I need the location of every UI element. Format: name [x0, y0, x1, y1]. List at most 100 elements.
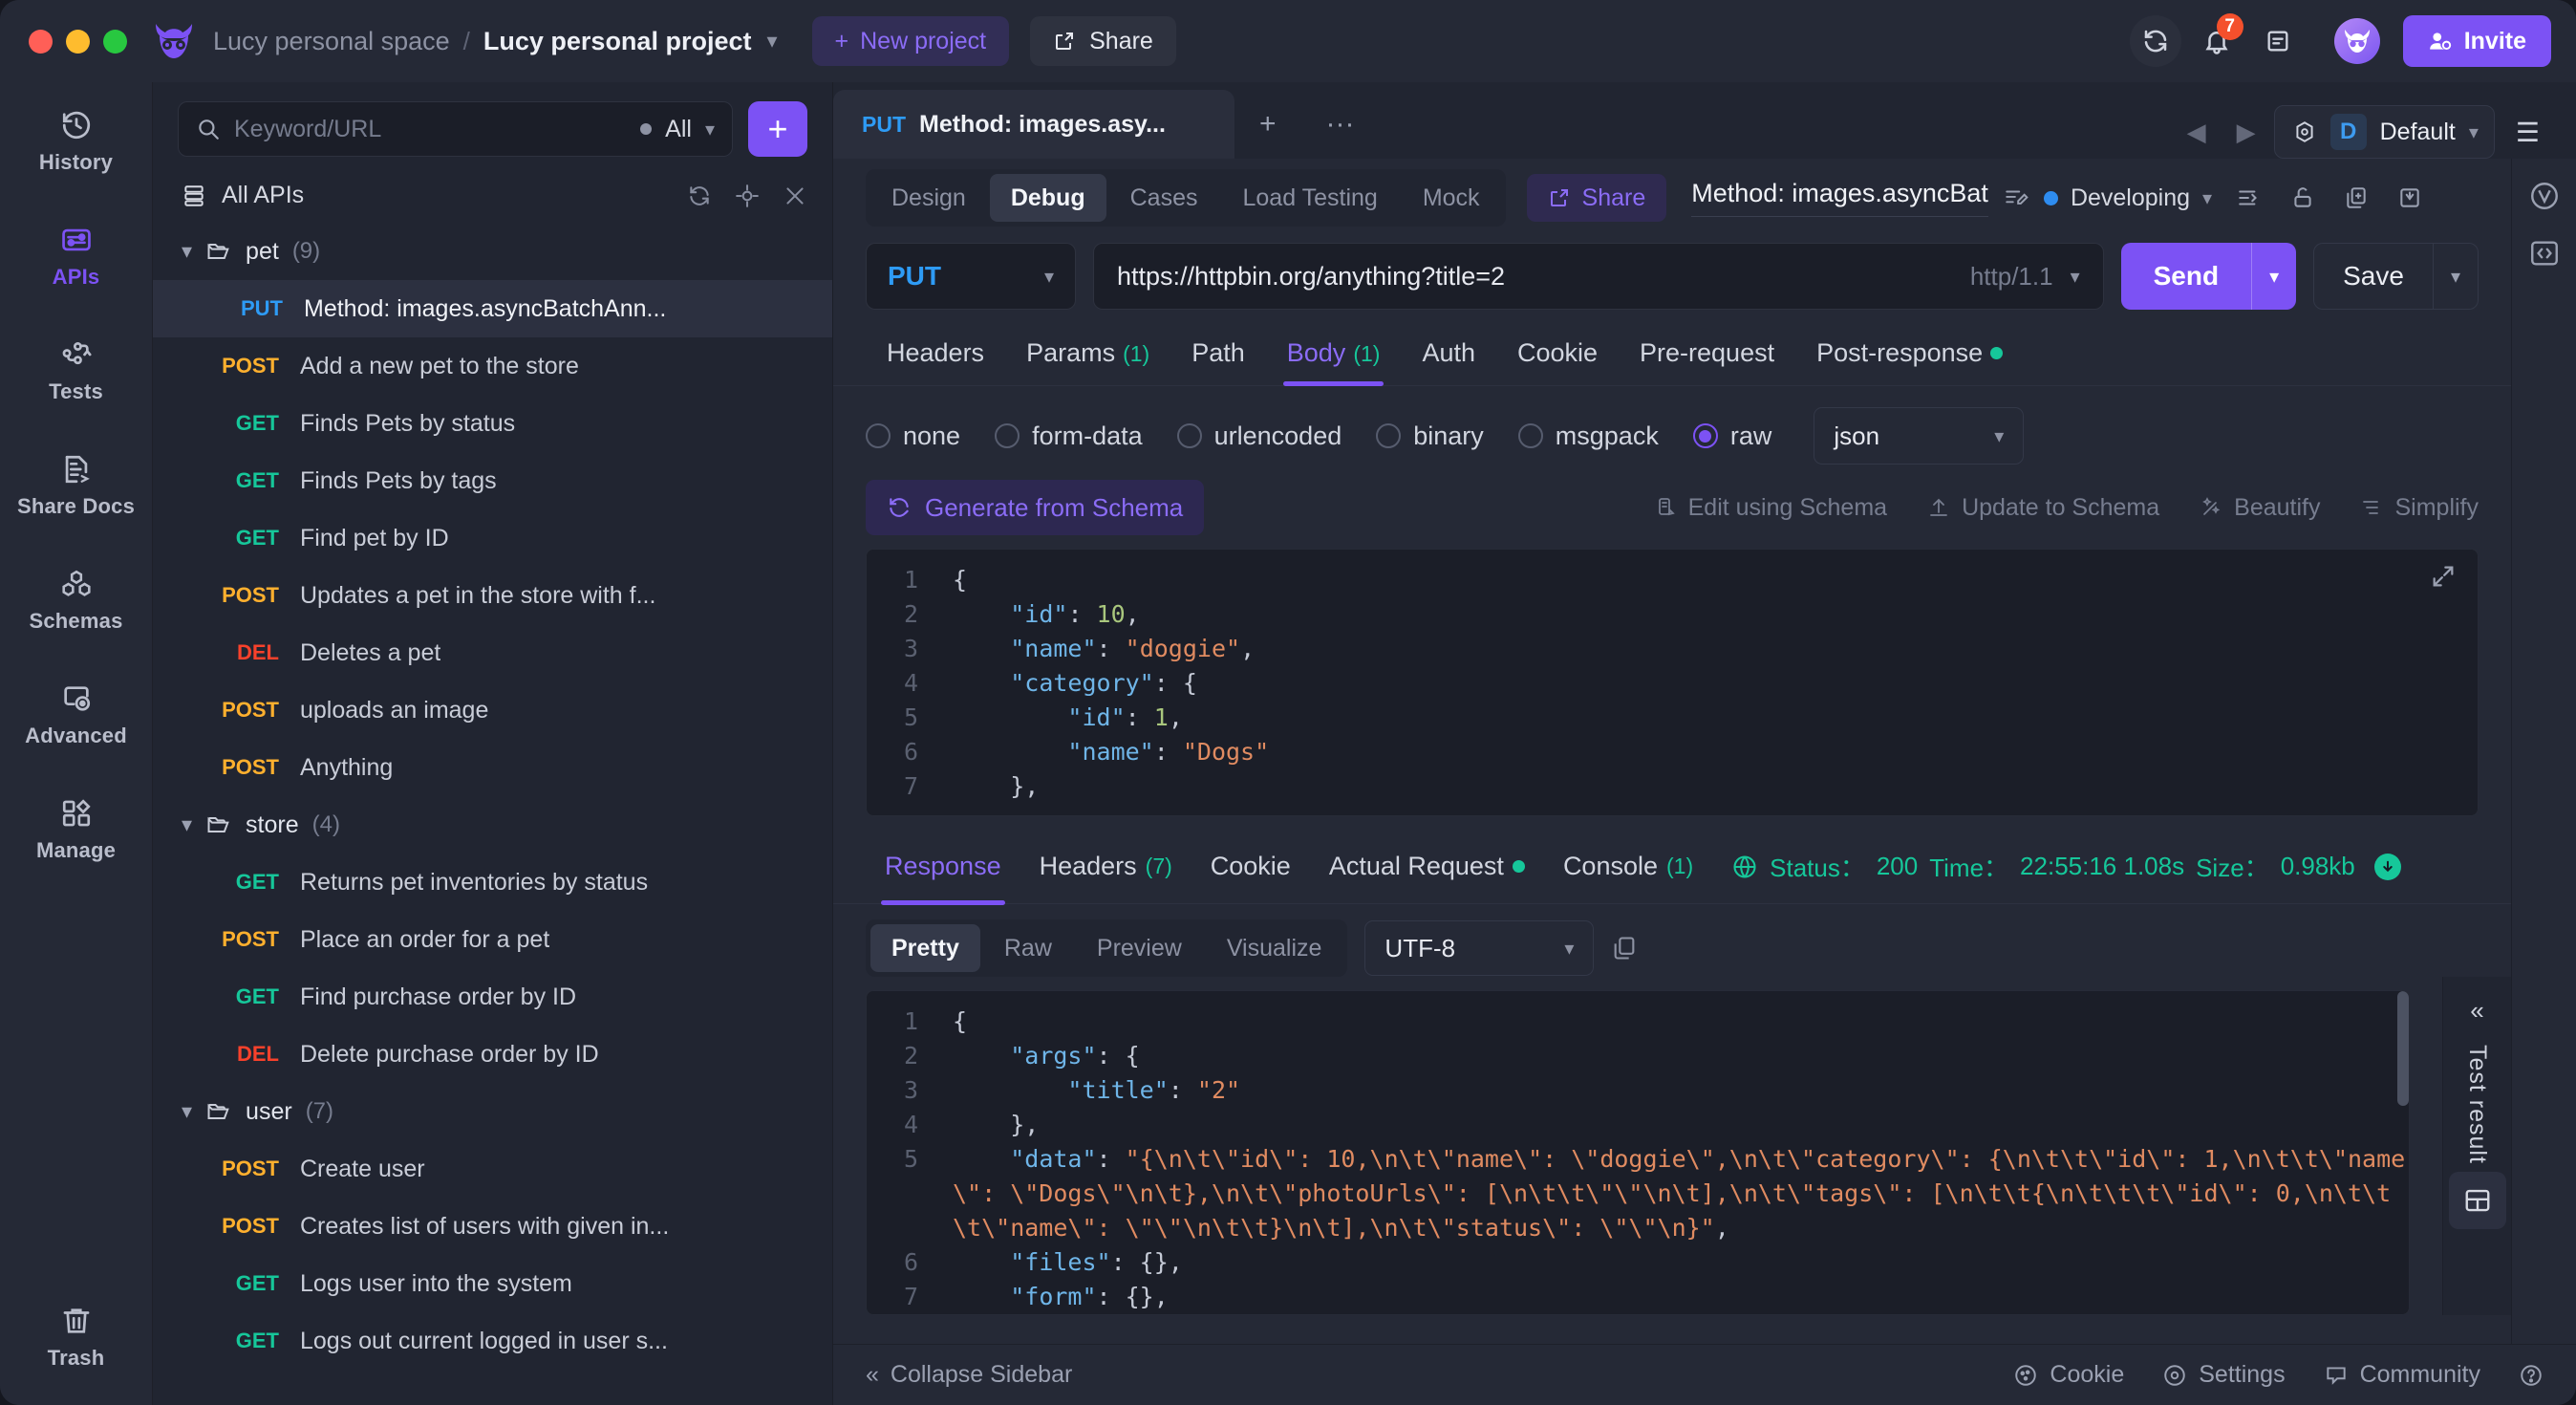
tab-load-testing[interactable]: Load Testing [1221, 174, 1398, 222]
share-api-button[interactable]: Share [1526, 174, 1667, 222]
api-row[interactable]: GET Finds Pets by tags [153, 452, 832, 509]
tree-folder-row[interactable]: ▾ pet (9) [153, 223, 832, 280]
add-api-button[interactable]: + [748, 101, 807, 157]
response-view-raw[interactable]: Raw [983, 924, 1073, 972]
breadcrumb-workspace[interactable]: Lucy personal space [213, 27, 450, 56]
version-icon[interactable] [2528, 180, 2561, 212]
api-row[interactable]: DEL Delete purchase order by ID [153, 1026, 832, 1083]
close-window-button[interactable] [29, 29, 53, 54]
response-tab-headers[interactable]: Headers (7) [1020, 830, 1191, 904]
locate-icon[interactable] [735, 184, 760, 208]
tab-cases[interactable]: Cases [1109, 174, 1219, 222]
tree-folder-row[interactable]: ▾ user (7) [153, 1083, 832, 1140]
sidebar-item-schemas[interactable]: Schemas [0, 554, 153, 645]
body-type-msgpack[interactable]: msgpack [1517, 422, 1659, 451]
api-status-chip[interactable]: Developing ▾ [2043, 184, 2212, 212]
request-tab-pre-request[interactable]: Pre-request [1619, 325, 1795, 385]
duplicate-icon[interactable] [2344, 185, 2369, 210]
api-row[interactable]: GET Finds Pets by status [153, 395, 832, 452]
search-input[interactable] [234, 115, 628, 143]
api-row[interactable]: POST uploads an image [153, 681, 832, 739]
response-editor-code[interactable]: { "args": { "title": "2" }, "data": "{\n… [935, 991, 2409, 1314]
response-tab-console[interactable]: Console (1) [1544, 830, 1712, 904]
tab-overflow-button[interactable]: ··· [1301, 90, 1380, 159]
send-button[interactable]: Send ▾ [2120, 243, 2297, 310]
cookie-button[interactable]: Cookie [2013, 1361, 2124, 1389]
raw-format-select[interactable]: json ▾ [1814, 407, 2025, 465]
collapse-left-icon[interactable]: « [2470, 996, 2483, 1026]
response-tab-response[interactable]: Response [866, 830, 1020, 905]
request-body-editor[interactable]: 1 2 3 4 5 6 7 { "id": 10, "name": "doggie", "c… [866, 549, 2479, 816]
chevron-down-icon[interactable]: ▾ [2071, 265, 2080, 289]
new-tab-button[interactable]: + [1234, 90, 1301, 159]
api-row[interactable]: GET Returns pet inventories by status [153, 854, 832, 911]
api-row[interactable]: POST Place an order for a pet [153, 911, 832, 968]
tree-folder-row[interactable]: ▾ store (4) [153, 796, 832, 854]
code-snippet-icon[interactable] [2528, 237, 2561, 270]
api-row[interactable]: POST Anything [153, 739, 832, 796]
archive-icon[interactable] [2397, 185, 2422, 210]
sidebar-item-advanced[interactable]: Advanced [0, 669, 153, 760]
beautify-button[interactable]: Beautify [2200, 494, 2320, 522]
chevron-down-icon[interactable]: ▾ [766, 29, 777, 54]
sidebar-item-history[interactable]: History [0, 96, 153, 186]
response-tab-cookie[interactable]: Cookie [1191, 830, 1310, 904]
sidebar-item-manage[interactable]: Manage [0, 784, 153, 875]
layout-toggle-button[interactable] [2449, 1172, 2506, 1229]
filter-label[interactable]: All [665, 116, 692, 143]
api-row[interactable]: GET Logs user into the system [153, 1255, 832, 1312]
mode-tabs[interactable]: Design Debug Cases Load Testing Mock [866, 169, 1506, 227]
sidebar-item-share-docs[interactable]: Share Docs [0, 440, 153, 530]
close-icon[interactable] [783, 184, 807, 208]
notifications-icon[interactable]: 7 [2191, 13, 2243, 67]
chevron-down-icon[interactable]: ▾ [182, 812, 192, 837]
api-row[interactable]: POST Create user [153, 1140, 832, 1198]
copy-response-icon[interactable] [1611, 935, 1638, 962]
generate-from-schema-button[interactable]: Generate from Schema [866, 480, 1205, 535]
chevron-down-icon[interactable]: ▾ [2252, 265, 2296, 289]
response-view-preview[interactable]: Preview [1076, 924, 1203, 972]
minimize-window-button[interactable] [66, 29, 90, 54]
response-tab-actual-request[interactable]: Actual Request [1310, 830, 1544, 904]
user-avatar[interactable] [2333, 18, 2380, 64]
body-type-none[interactable]: none [866, 422, 960, 451]
community-button[interactable]: Community [2324, 1361, 2480, 1389]
body-type-form-data[interactable]: form-data [995, 422, 1143, 451]
api-row[interactable]: GET Logs out current logged in user s... [153, 1312, 832, 1370]
request-editor-code[interactable]: { "id": 10, "name": "doggie", "category"… [935, 550, 2478, 804]
test-result-label[interactable]: Test result [2463, 1045, 2491, 1164]
download-response-icon[interactable] [2373, 853, 2401, 880]
search-box[interactable]: All ▾ [178, 101, 733, 157]
http-method-select[interactable]: PUT ▾ [866, 243, 1076, 310]
request-tab-params[interactable]: Params (1) [1005, 325, 1170, 385]
api-row[interactable]: POST Add a new pet to the store [153, 337, 832, 395]
simplify-button[interactable]: Simplify [2360, 494, 2479, 522]
expand-editor-icon[interactable] [2430, 563, 2457, 590]
help-button[interactable] [2519, 1363, 2544, 1388]
url-field[interactable]: http/1.1 ▾ [1093, 243, 2104, 310]
chevron-down-icon[interactable]: ▾ [182, 1099, 192, 1124]
refresh-icon[interactable] [687, 184, 712, 208]
docs-icon[interactable] [2252, 15, 2304, 67]
menu-icon[interactable]: ☰ [2501, 117, 2555, 148]
body-type-raw[interactable]: raw [1692, 422, 1771, 451]
settings-button[interactable]: Settings [2162, 1361, 2286, 1389]
request-tab-auth[interactable]: Auth [1401, 325, 1496, 385]
edit-using-schema-button[interactable]: Edit using Schema [1654, 494, 1887, 522]
chevron-down-icon[interactable]: ▾ [182, 239, 192, 264]
chevron-down-icon[interactable]: ▾ [705, 118, 715, 141]
share-project-button[interactable]: Share [1030, 16, 1176, 66]
request-tab-headers[interactable]: Headers [866, 325, 1005, 385]
tab-design[interactable]: Design [870, 174, 987, 222]
panel-splitter[interactable] [833, 816, 2511, 830]
api-row[interactable]: POST Updates a pet in the store with f... [153, 567, 832, 624]
api-row[interactable]: DEL Deletes a pet [153, 624, 832, 681]
response-tabs[interactable]: Response Headers (7) Cookie Actual Request Co… [866, 830, 1712, 905]
response-view-pretty[interactable]: Pretty [870, 924, 980, 972]
api-row[interactable]: GET Find purchase order by ID [153, 968, 832, 1026]
sidebar-item-tests[interactable]: Tests [0, 325, 153, 416]
collapse-sidebar-button[interactable]: « Collapse Sidebar [866, 1361, 1072, 1389]
nav-forward-icon[interactable]: ▶ [2224, 118, 2268, 147]
api-row-selected[interactable]: PUT Method: images.asyncBatchAnn... [153, 280, 832, 337]
api-row[interactable]: GET Find pet by ID [153, 509, 832, 567]
